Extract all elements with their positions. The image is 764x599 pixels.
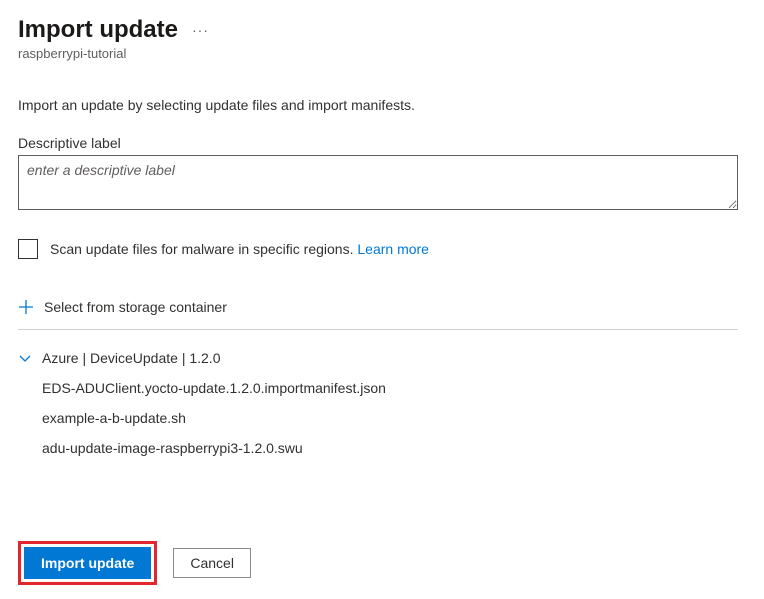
- scan-malware-text: Scan update files for malware in specifi…: [50, 241, 353, 257]
- update-group-title: Azure | DeviceUpdate | 1.2.0: [42, 350, 220, 366]
- select-storage-button[interactable]: Select from storage container: [18, 299, 738, 330]
- scan-malware-label: Scan update files for malware in specifi…: [50, 241, 429, 257]
- learn-more-link[interactable]: Learn more: [357, 241, 429, 257]
- file-item: example-a-b-update.sh: [42, 410, 746, 426]
- chevron-down-icon: [18, 351, 32, 365]
- descriptive-label-caption: Descriptive label: [18, 135, 746, 151]
- file-item: adu-update-image-raspberrypi3-1.2.0.swu: [42, 440, 746, 456]
- update-group-toggle[interactable]: Azure | DeviceUpdate | 1.2.0: [18, 350, 746, 366]
- select-storage-label: Select from storage container: [44, 299, 227, 315]
- import-update-button[interactable]: Import update: [24, 547, 151, 579]
- highlight-box: Import update: [18, 541, 157, 585]
- page-subtitle: raspberrypi-tutorial: [18, 46, 746, 61]
- descriptive-label-input[interactable]: [18, 155, 738, 210]
- cancel-button[interactable]: Cancel: [173, 548, 251, 578]
- scan-malware-checkbox[interactable]: [18, 239, 38, 259]
- page-description: Import an update by selecting update fil…: [18, 97, 746, 113]
- plus-icon: [18, 299, 34, 315]
- page-title: Import update: [18, 16, 178, 44]
- file-item: EDS-ADUClient.yocto-update.1.2.0.importm…: [42, 380, 746, 396]
- more-menu-icon[interactable]: ···: [188, 22, 213, 38]
